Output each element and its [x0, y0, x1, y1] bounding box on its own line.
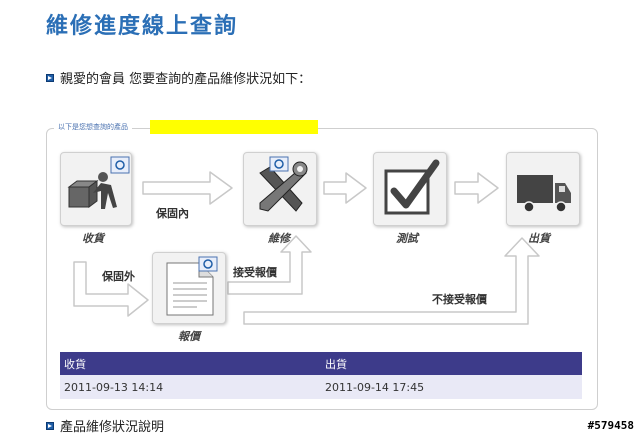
quote-document-icon [166, 256, 218, 316]
arrow-in-warranty [142, 171, 233, 205]
shipment-dates-table: 收貨 出貨 2011-09-13 14:14 2011-09-14 17:45 [60, 352, 582, 399]
out-warranty-label: 保固外 [102, 270, 135, 283]
step-ship-box [506, 152, 580, 226]
header-receive: 收貨 [60, 352, 321, 375]
step-ship-label: 出貨 [528, 232, 550, 245]
header-ship: 出貨 [321, 352, 582, 375]
step-test-box [373, 152, 447, 226]
step-receive-box [60, 152, 132, 226]
truck-icon [517, 175, 571, 213]
table-header-row: 收貨 出貨 [60, 352, 582, 375]
table-row: 2011-09-13 14:14 2011-09-14 17:45 [60, 375, 582, 399]
step-receive-label: 收貨 [82, 232, 104, 245]
repair-status-explanation-link[interactable]: 產品維修狀況說明 [60, 416, 164, 435]
repair-tools-icon [259, 156, 308, 212]
step-quote-label: 報價 [178, 330, 200, 343]
in-warranty-label: 保固內 [156, 207, 189, 220]
step-repair-box [243, 152, 317, 226]
step-test-label: 測試 [396, 232, 418, 245]
receive-date-cell: 2011-09-13 14:14 [60, 375, 321, 399]
arrow-repair-test [323, 172, 367, 204]
footer-link-line[interactable]: 產品維修狀況說明 [46, 416, 164, 435]
checkbox-icon [384, 159, 440, 215]
receive-person-icon [67, 156, 130, 209]
step-repair-label: 維修 [268, 232, 290, 245]
ship-date-cell: 2011-09-14 17:45 [321, 375, 582, 399]
bullet-icon [46, 421, 54, 430]
step-quote-box [152, 252, 226, 324]
arrow-test-ship [454, 172, 499, 204]
reject-quote-label: 不接受報價 [432, 293, 487, 306]
accept-quote-label: 接受報價 [233, 266, 277, 279]
watermark-id: #579458 [587, 419, 634, 432]
